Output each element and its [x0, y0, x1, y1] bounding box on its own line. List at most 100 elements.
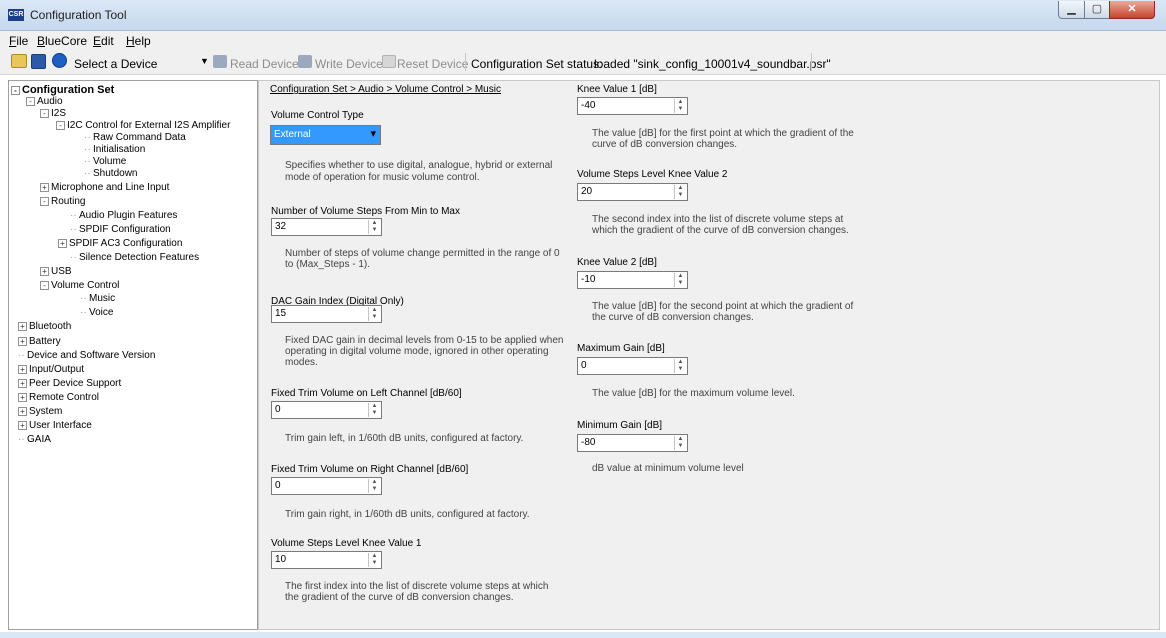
- volume-control-type-select[interactable]: External ▾: [270, 125, 381, 145]
- trim-right-value: 0: [275, 480, 281, 491]
- maximize-button[interactable]: ▢: [1084, 1, 1110, 19]
- trim-left-input[interactable]: 0 ▲ ▼: [271, 401, 382, 419]
- tree-item-label: System: [29, 406, 63, 417]
- expand-icon[interactable]: +: [18, 321, 27, 331]
- tree-item-audio[interactable]: - Audio: [26, 96, 63, 108]
- tree-item-system[interactable]: + System: [18, 406, 62, 418]
- knee-step-2-description: which the gradient of the curve of dB co…: [592, 225, 849, 236]
- tree-item-label: Volume Control: [51, 280, 120, 291]
- tree-item-volume-control[interactable]: - Volume Control: [40, 280, 119, 292]
- knee-value-1-input[interactable]: -40 ▲ ▼: [577, 97, 688, 115]
- tree-item-device-software-version[interactable]: ·· Device and Software Version: [18, 350, 155, 362]
- tree-item-peer-device-support[interactable]: + Peer Device Support: [18, 378, 121, 390]
- spinner-icon[interactable]: ▲ ▼: [674, 436, 686, 450]
- tree-item-label: Peer Device Support: [29, 378, 122, 389]
- tree-item-bluetooth[interactable]: + Bluetooth: [18, 321, 71, 333]
- expand-icon[interactable]: +: [18, 420, 27, 430]
- tree-item-spdif-ac3-configuration[interactable]: + SPDIF AC3 Configuration: [58, 238, 182, 250]
- min-gain-input[interactable]: -80 ▲ ▼: [577, 434, 688, 452]
- read-device-button[interactable]: Read Device: [230, 57, 299, 71]
- knee-step-1-description: The first index into the list of discret…: [285, 581, 549, 592]
- knee-step-2-input[interactable]: 20 ▲ ▼: [577, 183, 688, 201]
- trim-left-description: Trim gain left, in 1/60th dB units, conf…: [285, 433, 524, 444]
- expand-icon[interactable]: +: [18, 378, 27, 388]
- spinner-icon[interactable]: ▲ ▼: [674, 99, 686, 113]
- spinner-icon[interactable]: ▲ ▼: [368, 307, 380, 321]
- tree-item-usb[interactable]: + USB: [40, 266, 72, 278]
- spinner-icon[interactable]: ▲ ▼: [368, 479, 380, 493]
- spinner-icon[interactable]: ▲ ▼: [368, 220, 380, 234]
- menu-bluecore[interactable]: BlueCore: [37, 34, 87, 48]
- trim-left-value: 0: [275, 404, 281, 415]
- volume-control-type-label: Volume Control Type: [271, 110, 364, 121]
- tree-item-spdif-configuration[interactable]: ·· SPDIF Configuration: [70, 224, 171, 236]
- collapse-icon[interactable]: -: [40, 280, 49, 290]
- chevron-down-icon[interactable]: ▼: [200, 56, 209, 66]
- tree-item-remote-control[interactable]: + Remote Control: [18, 392, 99, 404]
- collapse-icon[interactable]: -: [26, 96, 35, 106]
- knee-step-1-input[interactable]: 10 ▲ ▼: [271, 551, 382, 569]
- spinner-icon[interactable]: ▲ ▼: [368, 403, 380, 417]
- select-device-dropdown[interactable]: Select a Device: [74, 57, 157, 71]
- tree-item-input-output[interactable]: + Input/Output: [18, 364, 84, 376]
- expand-icon[interactable]: +: [18, 392, 27, 402]
- tree-item-voice[interactable]: ·· Voice: [80, 307, 113, 319]
- help-icon[interactable]: [52, 53, 67, 68]
- dac-gain-index-description: operating in digital volume mode, ignore…: [285, 346, 549, 357]
- knee-value-2-input[interactable]: -10 ▲ ▼: [577, 271, 688, 289]
- spinner-icon[interactable]: ▲ ▼: [674, 273, 686, 287]
- tree-item-volume[interactable]: ·· Volume: [84, 156, 126, 168]
- tree-item-label: Shutdown: [93, 168, 138, 179]
- tree-item-label: Microphone and Line Input: [51, 182, 170, 193]
- menu-file[interactable]: File: [9, 34, 28, 48]
- max-gain-input[interactable]: 0 ▲ ▼: [577, 357, 688, 375]
- expand-icon[interactable]: +: [18, 336, 27, 346]
- menu-help[interactable]: Help: [126, 34, 151, 48]
- collapse-icon[interactable]: -: [56, 120, 65, 130]
- expand-icon[interactable]: +: [58, 238, 67, 248]
- expand-icon[interactable]: +: [40, 266, 49, 276]
- tree-item-initialisation[interactable]: ·· Initialisation: [84, 144, 145, 156]
- tree-item-audio-plugin-features[interactable]: ·· Audio Plugin Features: [70, 210, 177, 222]
- tree-item-battery[interactable]: + Battery: [18, 336, 61, 348]
- tree-item-configuration-set[interactable]: - Configuration Set: [11, 84, 114, 96]
- tree-item-label: SPDIF AC3 Configuration: [69, 238, 183, 249]
- max-gain-description: The value [dB] for the maximum volume le…: [592, 388, 795, 399]
- collapse-icon[interactable]: -: [40, 196, 49, 206]
- spinner-icon[interactable]: ▲ ▼: [368, 553, 380, 567]
- tree-item-shutdown[interactable]: ·· Shutdown: [84, 168, 137, 180]
- spinner-icon[interactable]: ▲ ▼: [674, 185, 686, 199]
- trim-right-input[interactable]: 0 ▲ ▼: [271, 477, 382, 495]
- tree-item-microphone-line-input[interactable]: + Microphone and Line Input: [40, 182, 169, 194]
- expand-icon[interactable]: +: [40, 182, 49, 192]
- num-volume-steps-value: 32: [275, 221, 287, 232]
- tree-item-routing[interactable]: - Routing: [40, 196, 85, 208]
- expand-icon[interactable]: +: [18, 364, 27, 374]
- tree-connector: ··: [18, 434, 25, 445]
- tree-item-i2s[interactable]: - I2S: [40, 108, 66, 120]
- trim-left-label: Fixed Trim Volume on Left Channel [dB/60…: [271, 388, 462, 399]
- close-button[interactable]: ✕: [1109, 1, 1155, 19]
- tree-item-music[interactable]: ·· Music: [80, 293, 115, 305]
- collapse-icon[interactable]: -: [11, 85, 20, 95]
- write-device-icon: [298, 55, 312, 68]
- spinner-icon[interactable]: ▲ ▼: [674, 359, 686, 373]
- write-device-button[interactable]: Write Device: [315, 57, 383, 71]
- minimize-button[interactable]: ▁: [1058, 1, 1085, 19]
- tree-item-i2c-control[interactable]: - I2C Control for External I2S Amplifier: [56, 120, 230, 132]
- tree-item-gaia[interactable]: ·· GAIA: [18, 434, 51, 446]
- num-volume-steps-input[interactable]: 32 ▲ ▼: [271, 218, 382, 236]
- trim-right-label: Fixed Trim Volume on Right Channel [dB/6…: [271, 464, 469, 475]
- save-icon[interactable]: [31, 54, 46, 69]
- reset-device-button[interactable]: Reset Device: [397, 57, 468, 71]
- expand-icon[interactable]: +: [18, 406, 27, 416]
- menu-edit[interactable]: Edit: [93, 34, 114, 48]
- breadcrumb[interactable]: Configuration Set > Audio > Volume Contr…: [270, 84, 501, 95]
- tree-item-silence-detection-features[interactable]: ·· Silence Detection Features: [70, 252, 199, 264]
- tree-item-raw-command-data[interactable]: ·· Raw Command Data: [84, 132, 186, 144]
- dac-gain-index-input[interactable]: 15 ▲ ▼: [271, 305, 382, 323]
- open-folder-icon[interactable]: [11, 54, 27, 68]
- app-logo-icon: CSR: [8, 9, 24, 21]
- tree-item-user-interface[interactable]: + User Interface: [18, 420, 92, 432]
- collapse-icon[interactable]: -: [40, 108, 49, 118]
